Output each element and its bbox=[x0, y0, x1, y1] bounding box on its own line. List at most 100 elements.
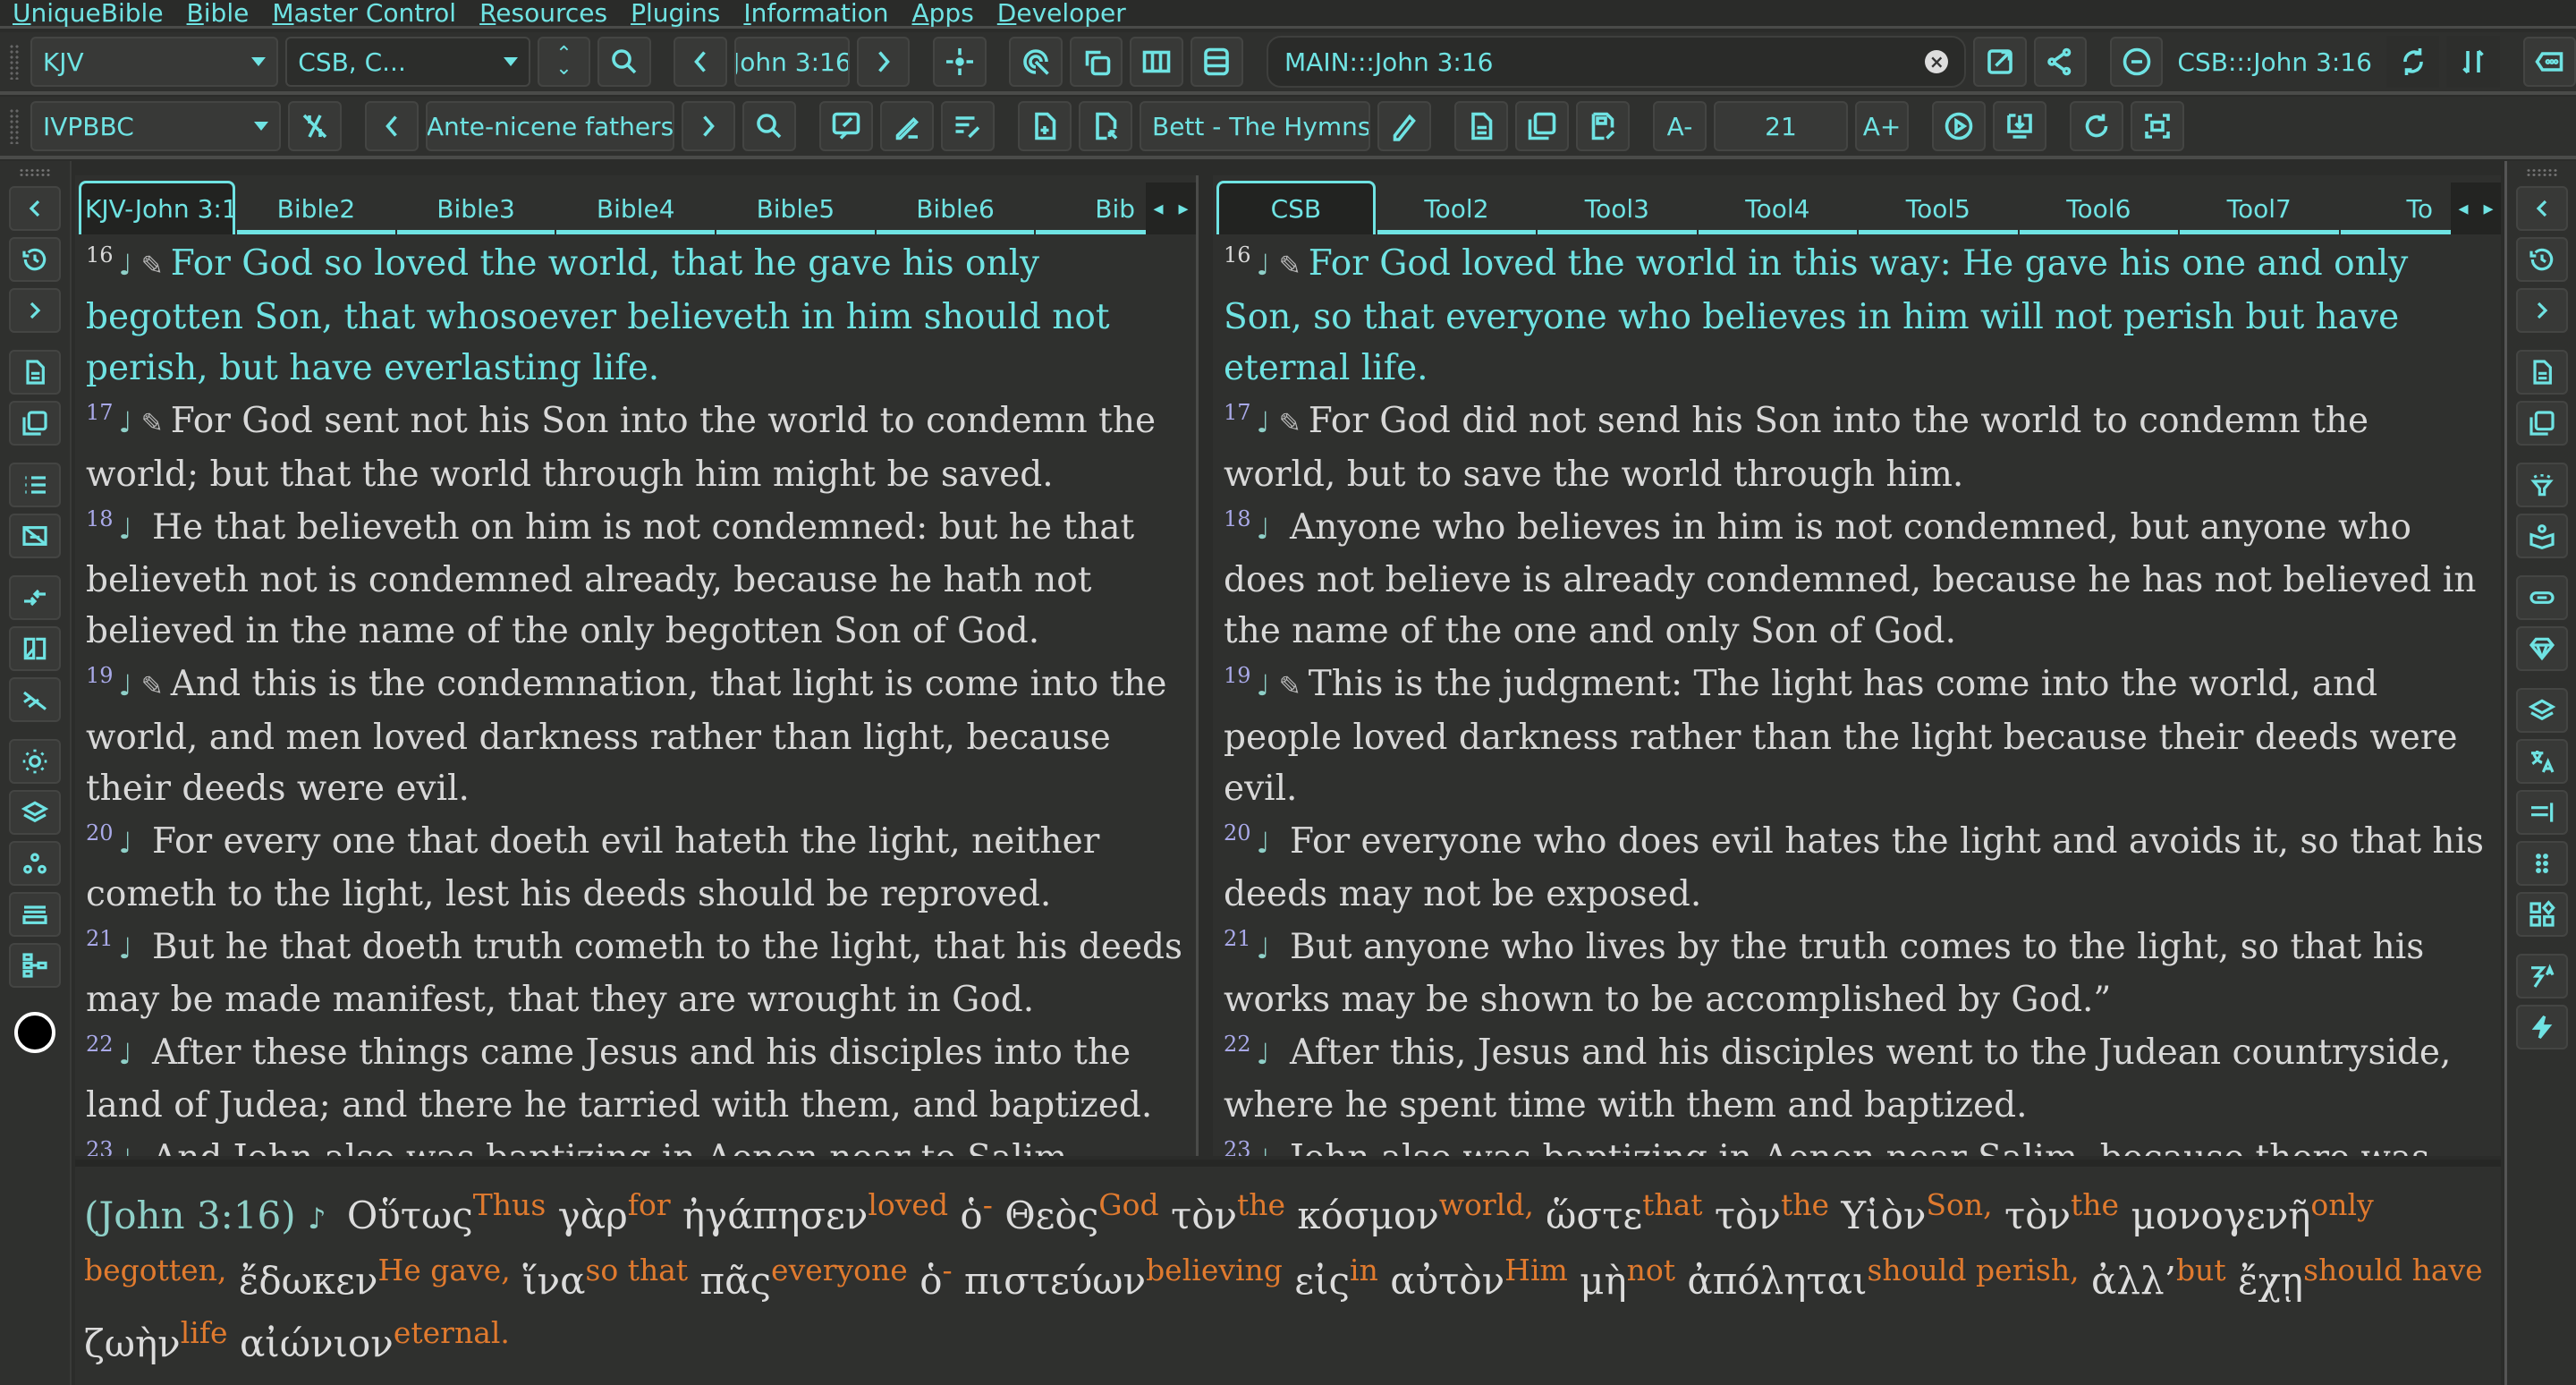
interlinear-word[interactable]: ΘεὸςGod bbox=[1004, 1190, 1158, 1237]
align-right-button[interactable] bbox=[2515, 790, 2568, 835]
menu-apps[interactable]: Apps bbox=[911, 0, 973, 27]
music-note-icon[interactable]: ♩ bbox=[1257, 405, 1270, 439]
next-chapter-button[interactable] bbox=[856, 37, 911, 87]
greek-word[interactable]: κόσμον bbox=[1297, 1194, 1438, 1237]
tab-bible2[interactable]: Bible2 bbox=[237, 188, 395, 234]
document-button[interactable] bbox=[1454, 101, 1508, 151]
verse-number[interactable]: 17 bbox=[1224, 400, 1251, 425]
font-increase-button[interactable]: A+ bbox=[1855, 101, 1909, 151]
share-button[interactable] bbox=[2033, 37, 2088, 87]
greek-word[interactable]: ἀλλ’ bbox=[2091, 1259, 2176, 1303]
reader-button[interactable] bbox=[2515, 514, 2568, 558]
music-note-icon[interactable]: ♩ bbox=[1257, 1037, 1270, 1071]
verse-number[interactable]: 20 bbox=[86, 820, 114, 845]
music-note-icon[interactable]: ♩ bbox=[119, 826, 132, 860]
verse-18[interactable]: 18 ♩ Anyone who believes in him is not co… bbox=[1224, 502, 2490, 657]
interlinear-word[interactable]: τὸνthe bbox=[1715, 1190, 1829, 1237]
back-button[interactable] bbox=[9, 186, 61, 231]
tab-kjv-john-3-16[interactable]: KJV-John 3:16 bbox=[79, 181, 236, 234]
verse-number[interactable]: 16 bbox=[1224, 242, 1251, 268]
reference-button[interactable]: John 3:16 bbox=[733, 37, 850, 87]
interlinear-word[interactable]: ἀπόληταιshould perish, bbox=[1687, 1255, 2079, 1303]
greek-word[interactable]: Υἱὸν bbox=[1841, 1194, 1926, 1237]
pdf-button[interactable] bbox=[9, 401, 61, 446]
tab-bible5[interactable]: Bible5 bbox=[716, 188, 875, 234]
menu-resources[interactable]: Resources bbox=[479, 0, 607, 27]
interlinear-reference[interactable]: (John 3:16) bbox=[84, 1194, 296, 1237]
verse-17[interactable]: 17 ♩ ✎ For God did not send his Son into th… bbox=[1224, 395, 2490, 500]
clear-icon[interactable]: × bbox=[1925, 50, 1949, 73]
commentary-select[interactable]: IVPBBC bbox=[30, 101, 281, 151]
refresh-sync-button[interactable] bbox=[2385, 36, 2440, 88]
font-decrease-button[interactable]: A- bbox=[1653, 101, 1707, 151]
verse-number[interactable]: 23 bbox=[1224, 1137, 1251, 1156]
row-layout-button[interactable] bbox=[1190, 37, 1244, 87]
secondary-reference[interactable]: CSB:::John 3:16 bbox=[2170, 47, 2379, 77]
interlinear-word[interactable]: μὴnot bbox=[1580, 1255, 1675, 1303]
dots-grid-button[interactable] bbox=[2515, 841, 2568, 886]
tab-scroll-left-icon[interactable]: ◂ bbox=[1153, 198, 1163, 220]
notes-button[interactable] bbox=[819, 101, 873, 151]
greek-word[interactable]: ζωὴν bbox=[84, 1321, 181, 1365]
greek-word[interactable]: εἰς bbox=[1294, 1259, 1350, 1303]
music-note-icon[interactable]: ♩ bbox=[1257, 826, 1270, 860]
download-button[interactable] bbox=[1993, 101, 2046, 151]
verse-16[interactable]: 16 ♩ ✎ For God so loved the world, that he … bbox=[86, 238, 1185, 394]
verse-number[interactable]: 18 bbox=[86, 506, 114, 531]
interlinear-word[interactable]: ὥστεthat bbox=[1546, 1190, 1702, 1237]
new-file-button[interactable] bbox=[1018, 101, 1072, 151]
greek-word[interactable]: πιστεύων bbox=[964, 1259, 1146, 1303]
toolbar-grip[interactable] bbox=[9, 108, 20, 144]
verse-number[interactable]: 22 bbox=[1224, 1032, 1251, 1057]
back-button[interactable] bbox=[2515, 186, 2568, 231]
greek-word[interactable]: αἰώνιον bbox=[240, 1321, 394, 1365]
sidebar-grip[interactable] bbox=[2525, 168, 2558, 177]
pdf-button[interactable] bbox=[1515, 101, 1569, 151]
verse-number[interactable]: 23 bbox=[86, 1137, 114, 1156]
greek-word[interactable]: ὁ bbox=[919, 1259, 942, 1303]
music-note-icon[interactable]: ♩ bbox=[1257, 248, 1270, 282]
interlinear-word[interactable]: ἵναso that bbox=[522, 1255, 688, 1303]
greek-word[interactable]: ἔχῃ bbox=[2238, 1259, 2303, 1303]
disable-link-button[interactable] bbox=[9, 677, 61, 722]
verse-19[interactable]: 19 ♩ ✎ And this is the condemnation, that l… bbox=[86, 659, 1185, 814]
interlinear-word[interactable]: τὸνthe bbox=[1171, 1190, 1285, 1237]
cross-reference-icon[interactable]: ✎ bbox=[141, 251, 164, 282]
more-options-button[interactable] bbox=[2522, 37, 2576, 87]
music-note-icon[interactable]: ♩ bbox=[119, 1037, 132, 1071]
search-button[interactable] bbox=[597, 37, 651, 87]
verse-number[interactable]: 16 bbox=[86, 242, 114, 268]
greek-word[interactable]: τὸν bbox=[2004, 1194, 2071, 1237]
history-button[interactable] bbox=[9, 237, 61, 282]
verse-number[interactable]: 19 bbox=[86, 663, 114, 688]
tab-tool7[interactable]: Tool7 bbox=[2180, 188, 2339, 234]
music-note-icon[interactable]: ♩ bbox=[119, 512, 132, 546]
quick-action-button[interactable] bbox=[2515, 1005, 2568, 1049]
study-text-area[interactable]: 16 ♩ ✎ For God loved the world in this way:… bbox=[1213, 234, 2501, 1156]
greek-word[interactable]: ὁ bbox=[960, 1194, 982, 1237]
interlinear-word[interactable]: εἰςin bbox=[1294, 1255, 1378, 1303]
greek-word[interactable]: Θεὸς bbox=[1004, 1194, 1098, 1237]
interlinear-word[interactable]: ΟὕτωςThus bbox=[347, 1190, 546, 1237]
greek-word[interactable]: μὴ bbox=[1580, 1259, 1626, 1303]
menu-developer[interactable]: Developer bbox=[997, 0, 1126, 27]
merge-button[interactable] bbox=[9, 575, 61, 620]
multi-window-button[interactable] bbox=[1069, 37, 1123, 87]
tab-scroll-right-icon[interactable]: ▸ bbox=[1178, 198, 1188, 220]
music-note-icon[interactable]: ♩ bbox=[119, 405, 132, 439]
next-book-button[interactable] bbox=[682, 101, 735, 151]
music-note-icon[interactable]: ♩ bbox=[119, 668, 132, 702]
font-size-display[interactable]: 21 bbox=[1714, 101, 1848, 151]
verse-number[interactable]: 22 bbox=[86, 1032, 114, 1057]
greek-word[interactable]: τὸν bbox=[1715, 1194, 1781, 1237]
verse-number[interactable]: 17 bbox=[86, 400, 114, 425]
reload-button[interactable] bbox=[2070, 101, 2123, 151]
menu-uniquebible[interactable]: UniqueBible bbox=[13, 0, 164, 27]
previous-chapter-button[interactable] bbox=[674, 37, 727, 87]
music-note-icon[interactable]: ♩ bbox=[1257, 1143, 1270, 1156]
epub-button[interactable] bbox=[1576, 101, 1630, 151]
link-button[interactable] bbox=[2515, 575, 2568, 620]
interlinear-word[interactable]: ἠγάπησενloved bbox=[682, 1190, 948, 1237]
cross-reference-icon[interactable]: ✎ bbox=[141, 408, 164, 439]
command-input[interactable]: MAIN:::John 3:16 × bbox=[1267, 36, 1967, 88]
